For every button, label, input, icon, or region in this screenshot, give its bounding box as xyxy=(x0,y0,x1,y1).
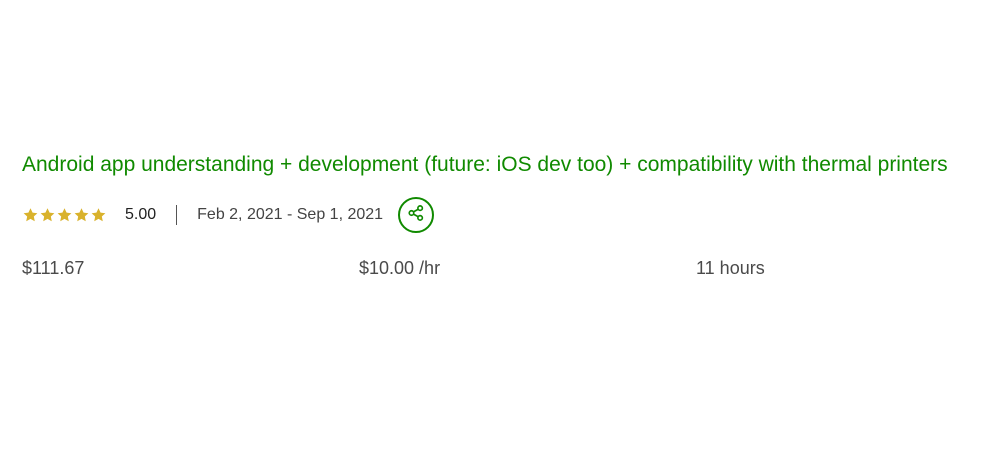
share-icon xyxy=(407,204,425,227)
hourly-rate: $10.00 /hr xyxy=(359,258,441,278)
job-stats-row: $111.67 $10.00 /hr 11 hours xyxy=(22,258,962,282)
star-icon xyxy=(90,207,107,223)
share-button[interactable] xyxy=(398,197,435,233)
total-earned: $111.67 xyxy=(22,258,85,278)
meta-divider xyxy=(176,205,178,225)
star-icon xyxy=(22,207,39,223)
job-meta-row: 5.00 Feb 2, 2021 - Sep 1, 2021 xyxy=(22,195,962,235)
rating-value: 5.00 xyxy=(125,206,157,223)
star-icon xyxy=(73,207,90,223)
star-rating xyxy=(22,207,107,223)
job-history-card: Android app understanding + development … xyxy=(22,150,962,282)
hours-worked: 11 hours xyxy=(696,258,765,278)
date-range: Feb 2, 2021 - Sep 1, 2021 xyxy=(197,206,384,223)
star-icon xyxy=(39,207,56,223)
star-icon xyxy=(56,207,73,223)
job-title-link[interactable]: Android app understanding + development … xyxy=(22,150,962,179)
